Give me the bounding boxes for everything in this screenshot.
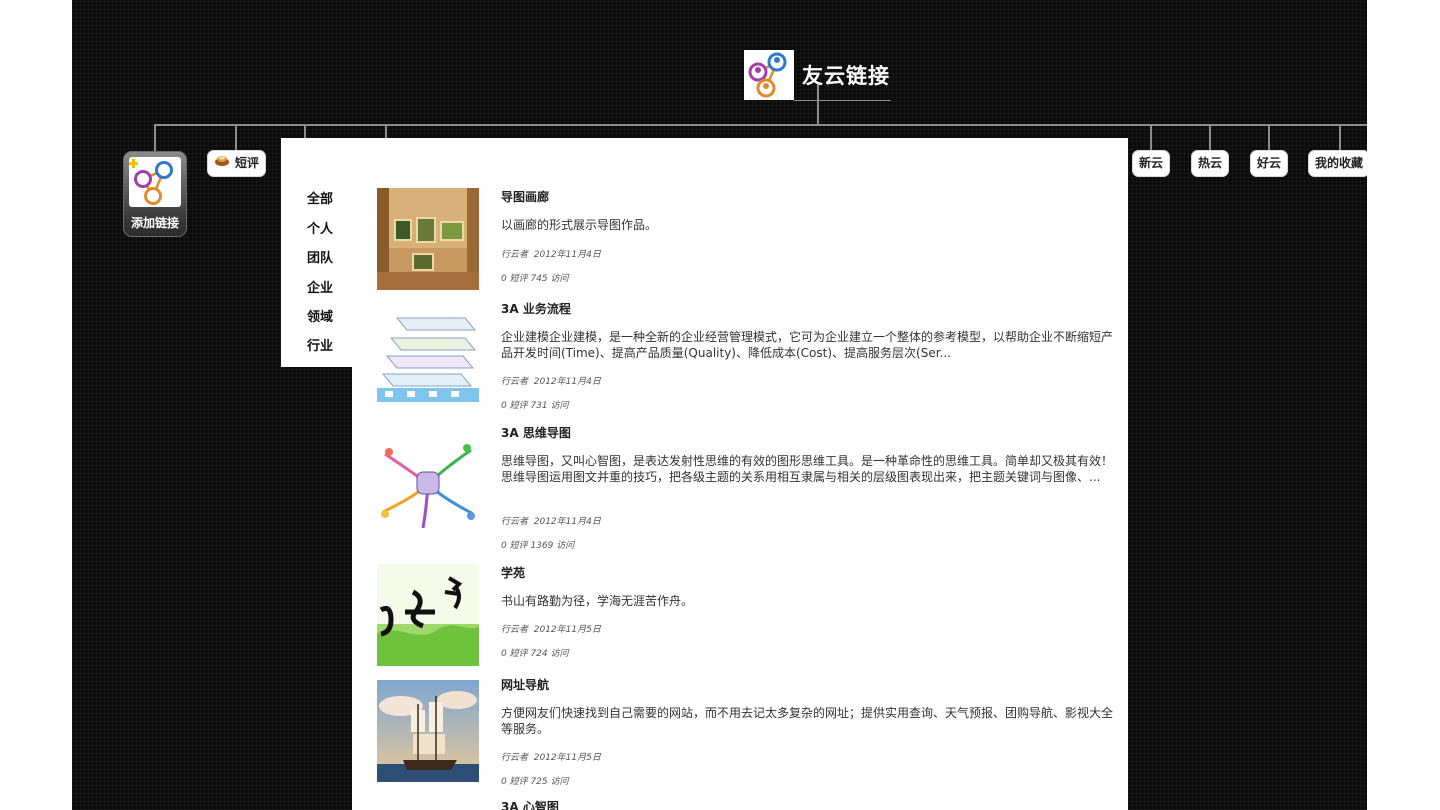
thumbnail-calligraphy[interactable]: [377, 564, 479, 666]
nav-duanping-label: 短评: [235, 156, 260, 170]
thumbnail-layers[interactable]: [377, 300, 479, 402]
list-item[interactable]: 导图画廊 以画廊的形式展示导图作品。 行云者 2012年11月4日 0 短评 7…: [377, 188, 1122, 298]
thumbnail-ship[interactable]: [377, 680, 479, 782]
nav-favorites[interactable]: 我的收藏: [1308, 150, 1367, 177]
item-title[interactable]: 3A 思维导图: [501, 424, 571, 441]
item-date: 2012年11月5日: [533, 625, 601, 635]
item-author[interactable]: 行云者: [501, 625, 528, 635]
plus-icon: [129, 159, 138, 168]
thumbnail-mindmap[interactable]: [377, 432, 479, 534]
item-description: 企业建模企业建模，是一种全新的企业经营管理模式，它可为企业建立一个整体的参考模型…: [501, 330, 1114, 360]
item-stats: 0 短评 1369 访问: [501, 541, 575, 551]
item-date: 2012年11月4日: [533, 250, 601, 260]
people-network-icon: [129, 159, 173, 205]
add-link-label: 添加链接: [130, 216, 179, 230]
item-stats: 0 短评 731 访问: [501, 401, 569, 411]
nav-xinyun-label: 新云: [1139, 156, 1164, 170]
brand-title[interactable]: 友云链接: [802, 60, 890, 90]
nav-duanping[interactable]: 短评: [207, 150, 266, 177]
connector-xinyun: [1150, 124, 1152, 151]
item-title[interactable]: 网址导航: [501, 676, 549, 693]
item-description: 思维导图，又叫心智图，是表达发射性思维的有效的图形思维工具。是一种革命性的思维工…: [501, 454, 1114, 484]
category-all[interactable]: 全部: [281, 188, 359, 207]
item-date: 2012年11月5日: [533, 753, 601, 763]
item-title[interactable]: 导图画廊: [501, 188, 549, 205]
item-stats: 0 短评 724 访问: [501, 649, 569, 659]
connector-haoyun: [1268, 124, 1270, 151]
item-meta: 行云者 2012年11月4日: [501, 374, 601, 387]
item-description: 以画廊的形式展示导图作品。: [501, 218, 658, 232]
item-stats: 0 短评 745 访问: [501, 274, 569, 284]
category-panel: 全部 个人 团队 企业 领域 行业: [281, 138, 356, 367]
item-author[interactable]: 行云者: [501, 753, 528, 763]
item-date: 2012年11月4日: [533, 377, 601, 387]
nav-favorites-label: 我的收藏: [1315, 156, 1364, 170]
connector-favorites: [1339, 124, 1341, 151]
brand-logo[interactable]: [744, 50, 794, 100]
add-link-button[interactable]: 添加链接: [123, 151, 187, 237]
item-meta: 行云者 2012年11月4日: [501, 247, 601, 260]
nav-haoyun-label: 好云: [1257, 156, 1282, 170]
nav-reyun-label: 热云: [1198, 156, 1223, 170]
item-meta: 行云者 2012年11月4日: [501, 514, 601, 527]
category-team[interactable]: 团队: [281, 247, 359, 266]
list-item[interactable]: 学苑 书山有路勤为径，学海无涯苦作舟。 行云者 2012年11月5日 0 短评 …: [377, 564, 1122, 674]
brand-underline: [794, 100, 891, 101]
nav-haoyun[interactable]: 好云: [1250, 150, 1288, 177]
connector-trunk: [154, 124, 1367, 126]
list-item[interactable]: 3A 心智图: [377, 798, 1122, 810]
item-meta: 行云者 2012年11月5日: [501, 622, 601, 635]
category-industry[interactable]: 行业: [281, 335, 359, 354]
add-link-icon-frame: [129, 157, 181, 207]
thumbnail-gallery[interactable]: [377, 188, 479, 290]
item-author[interactable]: 行云者: [501, 250, 528, 260]
item-author[interactable]: 行云者: [501, 517, 528, 527]
connector-add: [154, 124, 156, 152]
nav-xinyun[interactable]: 新云: [1132, 150, 1170, 177]
item-author[interactable]: 行云者: [501, 377, 528, 387]
content-list: 导图画廊 以画廊的形式展示导图作品。 行云者 2012年11月4日 0 短评 7…: [352, 138, 1128, 810]
people-network-icon: [748, 52, 787, 98]
connector-duanping: [235, 124, 237, 151]
item-title[interactable]: 学苑: [501, 564, 525, 581]
category-personal[interactable]: 个人: [281, 218, 359, 237]
mindmap-canvas: 友云链接 添加链接 短评 分类 彩云 新云 热云 好云: [72, 0, 1367, 810]
item-title[interactable]: 3A 心智图: [501, 798, 559, 810]
item-description: 方便网友们快速找到自己需要的网站，而不用去记太多复杂的网址；提供实用查询、天气预…: [501, 706, 1114, 736]
category-domain[interactable]: 领域: [281, 306, 359, 325]
list-item[interactable]: 网址导航 方便网友们快速找到自己需要的网站，而不用去记太多复杂的网址；提供实用查…: [377, 676, 1122, 798]
item-meta: 行云者 2012年11月5日: [501, 750, 601, 763]
connector-reyun: [1209, 124, 1211, 151]
list-item[interactable]: 3A 思维导图 思维导图，又叫心智图，是表达发射性思维的有效的图形思维工具。是一…: [377, 424, 1122, 564]
item-description: 书山有路勤为径，学海无涯苦作舟。: [501, 594, 694, 608]
category-enterprise[interactable]: 企业: [281, 277, 359, 296]
cup-icon: [214, 150, 230, 177]
item-stats: 0 短评 725 访问: [501, 777, 569, 787]
item-date: 2012年11月4日: [533, 517, 601, 527]
item-title[interactable]: 3A 业务流程: [501, 300, 571, 317]
nav-reyun[interactable]: 热云: [1191, 150, 1229, 177]
list-item[interactable]: 3A 业务流程 企业建模企业建模，是一种全新的企业经营管理模式，它可为企业建立一…: [377, 300, 1122, 424]
